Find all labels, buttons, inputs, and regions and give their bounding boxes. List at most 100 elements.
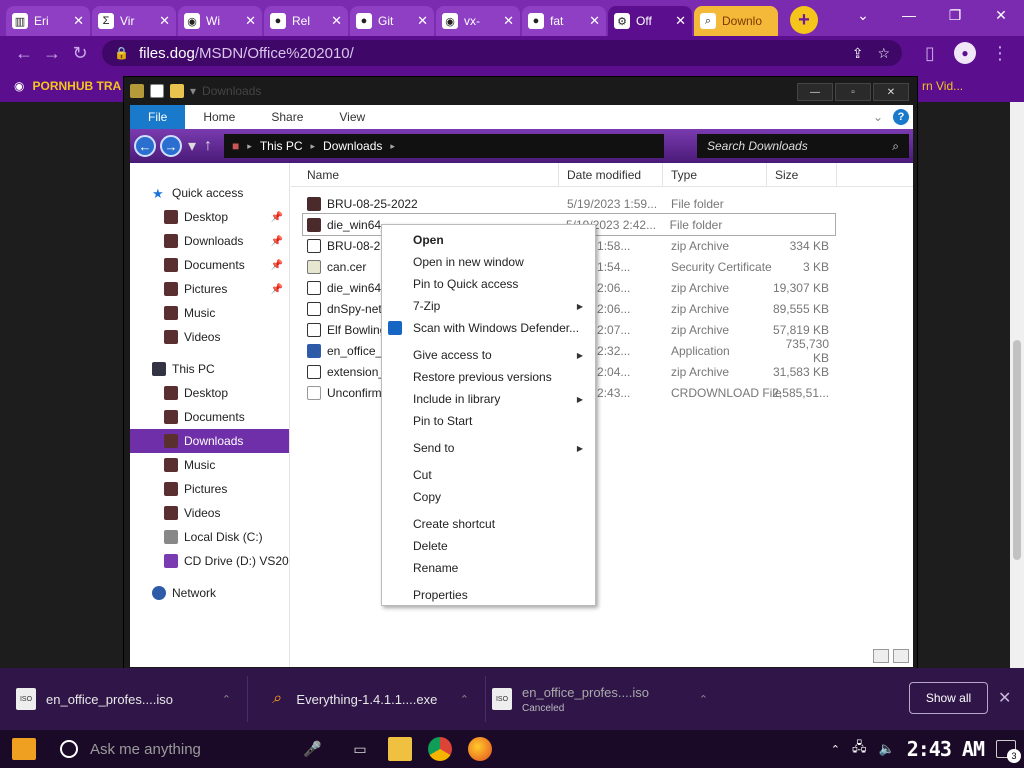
notification-icon[interactable]: 3 [996, 740, 1021, 763]
menu-item-send-to[interactable]: Send to ▶ [382, 437, 595, 459]
firefox-icon[interactable] [468, 737, 492, 761]
menu-item-open-new-window[interactable]: Open in new window [382, 251, 595, 273]
column-date[interactable]: Date modified [559, 162, 663, 187]
nav-item-documents[interactable]: Documents [130, 405, 289, 429]
tab-home[interactable]: Home [185, 105, 253, 129]
nav-item-music[interactable]: Music [130, 301, 289, 325]
start-button[interactable] [0, 730, 48, 768]
file-explorer-icon[interactable] [388, 737, 412, 761]
menu-item-copy[interactable]: Copy [382, 486, 595, 508]
share-icon[interactable]: ⇪ [852, 45, 864, 62]
chevron-down-icon[interactable]: ⌄ [840, 0, 886, 30]
column-size[interactable]: Size [767, 162, 837, 187]
restore-button[interactable]: ❐ [932, 0, 978, 30]
close-icon[interactable]: ✕ [417, 13, 428, 29]
chevron-down-icon[interactable]: ▾ [188, 136, 196, 156]
browser-tab-active[interactable]: ⚙ Off ✕ [608, 6, 692, 36]
chevron-down-icon[interactable]: ⌄ [873, 110, 883, 124]
search-icon[interactable]: ⌕ [892, 139, 899, 154]
chrome-icon[interactable] [428, 737, 452, 761]
close-button[interactable]: ✕ [873, 83, 909, 101]
browser-tab[interactable]: ⌕ Downlo [694, 6, 778, 36]
column-type[interactable]: Type [663, 162, 767, 187]
side-panel-icon[interactable]: ▯ [916, 39, 944, 67]
breadcrumb-item[interactable]: Downloads [323, 139, 382, 153]
menu-item-scan-defender[interactable]: Scan with Windows Defender... [382, 317, 595, 339]
nav-item-pictures[interactable]: Pictures 📌 [130, 277, 289, 301]
menu-item-include-library[interactable]: Include in library ▶ [382, 388, 595, 410]
show-all-button[interactable]: Show all [909, 682, 988, 714]
help-icon[interactable]: ? [893, 109, 909, 125]
chevron-up-icon[interactable]: ⌃ [699, 693, 708, 706]
network-icon[interactable]: 🖧 [852, 738, 867, 760]
tab-file[interactable]: File [130, 105, 186, 129]
nav-item-desktop[interactable]: Desktop [130, 381, 289, 405]
close-icon[interactable]: ✕ [245, 13, 256, 29]
browser-tab[interactable]: ● Git ✕ [350, 6, 434, 36]
nav-item-cd-drive[interactable]: CD Drive (D:) VS20: [130, 549, 289, 573]
menu-item-pin-start[interactable]: Pin to Start [382, 410, 595, 432]
menu-item-cut[interactable]: Cut [382, 464, 595, 486]
tab-view[interactable]: View [321, 105, 383, 129]
close-icon[interactable]: ✕ [73, 13, 84, 29]
nav-item-pictures[interactable]: Pictures [130, 477, 289, 501]
nav-this-pc[interactable]: This PC [130, 357, 289, 381]
address-bar[interactable]: 🔒 files.dog/MSDN/Office%202010/ ⇪ ☆ [102, 40, 902, 66]
up-arrow-icon[interactable]: ↑ [204, 137, 212, 155]
column-name[interactable]: Name [291, 162, 559, 187]
browser-tab[interactable]: ● fat ✕ [522, 6, 606, 36]
large-icons-view-icon[interactable] [893, 649, 909, 663]
breadcrumb[interactable]: ■ ▸ This PC ▸ Downloads ▸ [224, 134, 665, 158]
file-row[interactable]: BRU-08-25-2022 5/19/2023 1:59... File fold… [291, 193, 913, 214]
menu-item-open[interactable]: Open [382, 229, 595, 251]
menu-item-7zip[interactable]: 7-Zip ▶ [382, 295, 595, 317]
nav-item-documents[interactable]: Documents 📌 [130, 253, 289, 277]
browser-tab[interactable]: ◉ vx- ✕ [436, 6, 520, 36]
properties-icon[interactable] [150, 84, 164, 98]
new-tab-button[interactable]: + [790, 6, 818, 34]
browser-tab[interactable]: ◉ Wi ✕ [178, 6, 262, 36]
volume-icon[interactable]: 🔈 [879, 741, 895, 757]
new-folder-icon[interactable] [170, 84, 184, 98]
task-view-icon[interactable]: ▭ [348, 737, 372, 761]
close-icon[interactable]: ✕ [998, 688, 1011, 708]
nav-item-music[interactable]: Music [130, 453, 289, 477]
reload-button[interactable]: ↻ [66, 39, 94, 67]
scrollbar-thumb[interactable] [1013, 340, 1021, 560]
nav-network[interactable]: Network [130, 581, 289, 605]
nav-item-downloads[interactable]: Downloads 📌 [130, 229, 289, 253]
close-icon[interactable]: ✕ [589, 13, 600, 29]
close-icon[interactable]: ✕ [675, 13, 686, 29]
nav-item-local-disk[interactable]: Local Disk (C:) [130, 525, 289, 549]
chevron-down-icon[interactable]: ▾ [190, 84, 196, 98]
chevron-up-icon[interactable]: ⌃ [460, 693, 469, 706]
chevron-up-icon[interactable]: ⌃ [222, 693, 231, 706]
star-icon[interactable]: ☆ [877, 45, 890, 62]
tab-share[interactable]: Share [253, 105, 321, 129]
forward-button[interactable]: → [160, 135, 182, 157]
breadcrumb-item[interactable]: This PC [260, 139, 303, 153]
menu-item-pin-quick-access[interactable]: Pin to Quick access [382, 273, 595, 295]
nav-item-videos[interactable]: Videos [130, 325, 289, 349]
menu-icon[interactable]: ⋮ [986, 39, 1014, 67]
page-scrollbar[interactable] [1010, 102, 1024, 668]
menu-item-restore-versions[interactable]: Restore previous versions [382, 366, 595, 388]
download-item[interactable]: ISO en_office_profes....iso ⌃ [10, 676, 248, 722]
download-item[interactable]: ISO en_office_profes....iso Canceled ⌃ [486, 676, 724, 722]
taskbar-search[interactable]: Ask me anything 🎤 [48, 730, 338, 768]
download-item[interactable]: ⌕ Everything-1.4.1.1....exe ⌃ [248, 676, 486, 722]
browser-tab[interactable]: ▥ Eri ✕ [6, 6, 90, 36]
search-input[interactable]: Search Downloads ⌕ [697, 134, 909, 158]
menu-item-delete[interactable]: Delete [382, 535, 595, 557]
close-icon[interactable]: ✕ [159, 13, 170, 29]
nav-item-desktop[interactable]: Desktop 📌 [130, 205, 289, 229]
browser-tab[interactable]: Σ Vir ✕ [92, 6, 176, 36]
menu-item-rename[interactable]: Rename [382, 557, 595, 579]
browser-tab[interactable]: ● Rel ✕ [264, 6, 348, 36]
nav-item-videos[interactable]: Videos [130, 501, 289, 525]
details-view-icon[interactable] [873, 649, 889, 663]
bookmark-item[interactable]: rn Vid... [922, 79, 963, 93]
close-button[interactable]: ✕ [978, 0, 1024, 30]
clock[interactable]: 2:43 AM [907, 737, 985, 761]
close-icon[interactable]: ✕ [331, 13, 342, 29]
